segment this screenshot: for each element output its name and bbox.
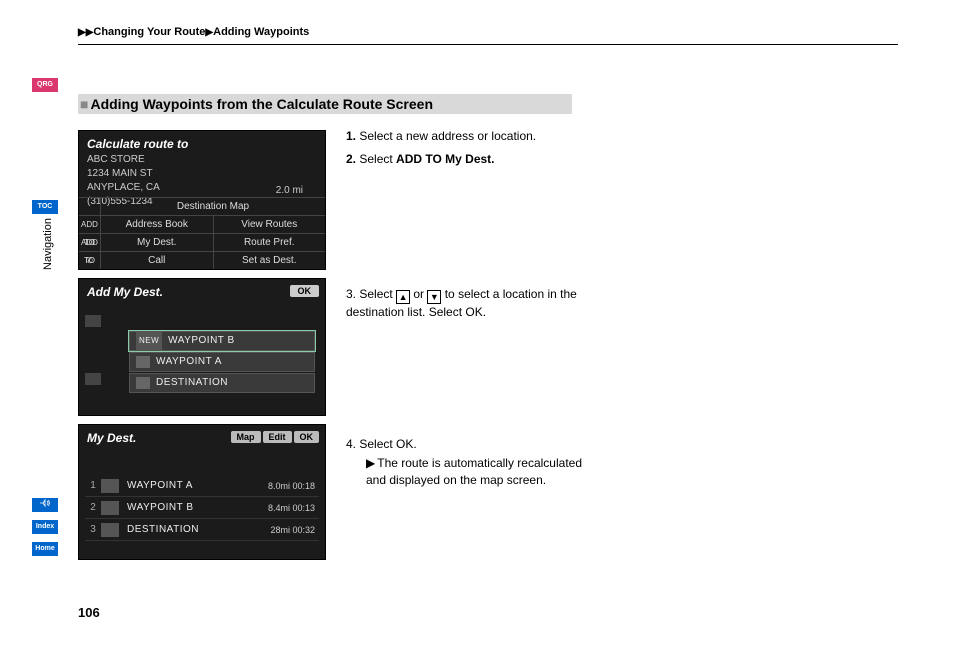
icon-cell: ADDTO [79, 216, 101, 233]
ok-button[interactable]: OK [290, 285, 320, 297]
triangle-icon: ▶ [366, 456, 375, 470]
dest-dist: 8.4mi 00:13 [268, 503, 319, 513]
ui-label: ADD TO My Dest. [396, 152, 494, 166]
scroll-arrows [85, 315, 101, 385]
route-pref-button[interactable]: Route Pref. [214, 234, 326, 251]
step-3: 3. Select ▲ or ▼ to select a location in… [346, 286, 590, 321]
screen-title: Add My Dest. [79, 279, 325, 301]
screen-title: Calculate route to [79, 131, 325, 153]
up-key-icon: ▲ [396, 290, 410, 304]
ui-label: OK [465, 305, 482, 319]
flag-icon [101, 501, 119, 515]
up-arrow-icon[interactable] [85, 315, 101, 327]
screenshot-add-my-dest: Add My Dest. OK NEW WAYPOINT B WAYPOINT … [78, 278, 326, 416]
tab-voice[interactable] [32, 498, 58, 512]
step-2: 2. Select ADD TO My Dest. [346, 151, 590, 168]
dest-dist: 8.0mi 00:18 [268, 481, 319, 491]
breadcrumb-item[interactable]: Changing Your Route [93, 26, 205, 38]
down-arrow-icon[interactable] [85, 373, 101, 385]
list-item[interactable]: NEW WAYPOINT B [129, 331, 315, 351]
screenshot-my-dest: My Dest. Map Edit OK 1 WAYPOINT A 8.0mi … [78, 424, 326, 560]
dest-map-button[interactable]: Destination Map [101, 198, 325, 215]
page-number: 106 [78, 605, 100, 620]
address-book-button[interactable]: Address Book [101, 216, 214, 233]
heading-text: Adding Waypoints from the Calculate Rout… [90, 96, 433, 112]
step-1: 1. Select a new address or location. [346, 128, 590, 145]
tab-qrg[interactable]: QRG [32, 78, 58, 92]
side-tabs: QRG TOC Index Home [32, 78, 60, 222]
phone-icon: ✆ [79, 252, 101, 269]
substep-text: The route is automatically recalculated … [366, 456, 582, 487]
chevron-right-icon: ▶ [205, 27, 213, 38]
step-text: . [483, 305, 486, 319]
step-text: . [413, 437, 416, 451]
tab-index[interactable]: Index [32, 520, 58, 534]
list-item[interactable]: DESTINATION [129, 373, 315, 393]
step-text: Select [359, 287, 396, 301]
list-item[interactable]: 3 DESTINATION 28mi 00:32 [85, 519, 319, 541]
divider [78, 44, 898, 45]
list-item[interactable]: 1 WAYPOINT A 8.0mi 00:18 [85, 475, 319, 497]
screenshot-calculate-route: Calculate route to ABC STORE 1234 MAIN S… [78, 130, 326, 270]
dest-dist: 28mi 00:32 [270, 525, 319, 535]
flag-icon [136, 356, 150, 368]
dest-name: WAYPOINT A [127, 480, 268, 491]
target-icon [101, 523, 119, 537]
destination-list: 1 WAYPOINT A 8.0mi 00:18 2 WAYPOINT B 8.… [85, 475, 319, 541]
row-number: 1 [85, 480, 101, 491]
down-key-icon: ▼ [427, 290, 441, 304]
step-text: or [410, 287, 427, 301]
step-text: Select a new address or location. [359, 129, 536, 143]
dest-name: DESTINATION [127, 524, 270, 535]
waypoint-label: DESTINATION [156, 373, 228, 393]
step-text: Select [359, 152, 396, 166]
new-badge: NEW [136, 331, 162, 351]
step-substep: ▶The route is automatically recalculated… [346, 455, 590, 489]
step-text: Select [359, 437, 396, 451]
dest-name: WAYPOINT B [127, 502, 268, 513]
target-icon [136, 377, 150, 389]
call-button[interactable]: Call [101, 252, 214, 269]
square-icon: ■ [80, 96, 88, 112]
distance-label: 2.0 mi [276, 185, 303, 196]
address-line: ABC STORE [79, 153, 325, 167]
row-number: 2 [85, 502, 101, 513]
waypoint-list: NEW WAYPOINT B WAYPOINT A DESTINATION [129, 331, 315, 394]
tab-toc[interactable]: TOC [32, 200, 58, 214]
view-routes-button[interactable]: View Routes [214, 216, 326, 233]
tab-home[interactable]: Home [32, 542, 58, 556]
ui-label: OK [396, 437, 413, 451]
edit-button[interactable]: Edit [263, 431, 292, 443]
list-item[interactable]: WAYPOINT A [129, 352, 315, 372]
flag-icon [101, 479, 119, 493]
section-label: Navigation [42, 218, 54, 270]
instruction-block: 1. Select a new address or location. 2. … [346, 128, 590, 174]
breadcrumb-item[interactable]: Adding Waypoints [213, 26, 309, 38]
screenshot-column: Calculate route to ABC STORE 1234 MAIN S… [78, 130, 326, 568]
breadcrumb: ▶▶Changing Your Route▶Adding Waypoints [78, 26, 309, 38]
top-buttons: Map Edit OK [231, 431, 320, 443]
address-line: 1234 MAIN ST [79, 167, 325, 181]
row-number: 3 [85, 524, 101, 535]
section-heading: ■ Adding Waypoints from the Calculate Ro… [78, 94, 572, 114]
step-4: 4. Select OK. ▶The route is automaticall… [346, 436, 590, 489]
list-item[interactable]: 2 WAYPOINT B 8.4mi 00:13 [85, 497, 319, 519]
icon-cell: ADDTO [79, 234, 101, 251]
chevron-right-icon: ▶▶ [78, 27, 93, 38]
my-dest-button[interactable]: My Dest. [101, 234, 214, 251]
icon-cell [79, 198, 101, 215]
map-button[interactable]: Map [231, 431, 261, 443]
button-grid: Destination Map ADDTO Address Book View … [79, 197, 325, 269]
waypoint-label: WAYPOINT B [168, 331, 235, 351]
ok-button[interactable]: OK [294, 431, 320, 443]
set-as-dest-button[interactable]: Set as Dest. [214, 252, 326, 269]
waypoint-label: WAYPOINT A [156, 352, 222, 372]
